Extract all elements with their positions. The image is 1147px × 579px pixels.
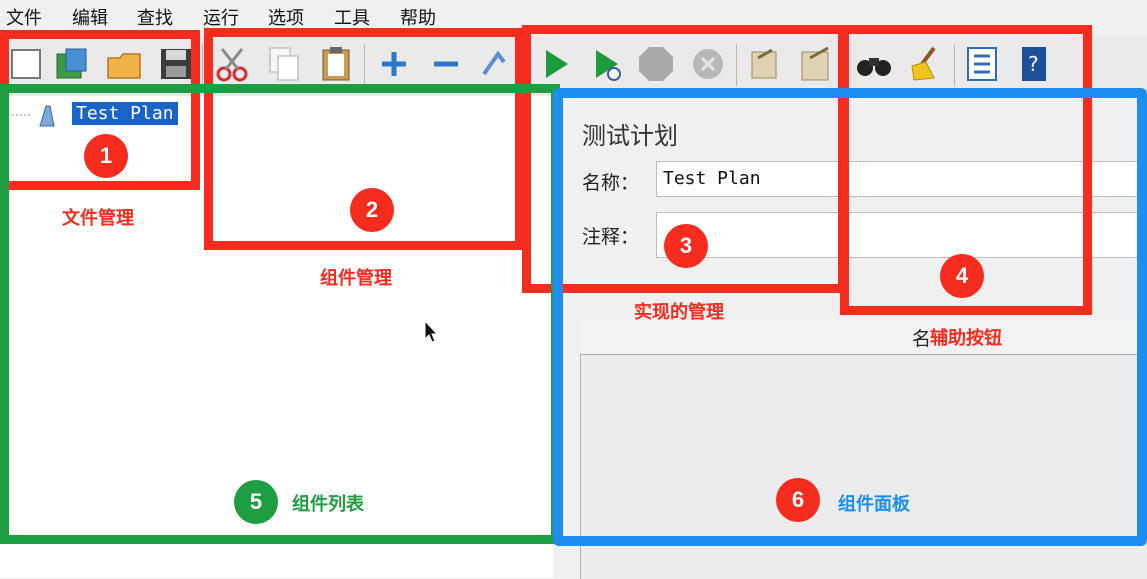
toolbar-separator: [202, 44, 203, 86]
menu-help[interactable]: 帮助: [400, 4, 436, 30]
annotation-label-3: 实现的管理: [634, 302, 724, 323]
menu-edit[interactable]: 编辑: [72, 4, 108, 30]
annotation-number-5: 5: [234, 480, 278, 524]
annotation-label-4: 辅助按钮: [930, 328, 1002, 349]
annotation-label-2: 组件管理: [320, 268, 392, 289]
annotation-label-6: 组件面板: [838, 494, 910, 515]
menu-search[interactable]: 查找: [137, 4, 173, 30]
annotation-number-1: 1: [84, 134, 128, 178]
annotation-label-1: 文件管理: [62, 208, 134, 229]
annotation-number-3: 3: [664, 224, 708, 268]
annotation-number-4: 4: [940, 254, 984, 298]
menu-run[interactable]: 运行: [203, 4, 239, 30]
menu-tools[interactable]: 工具: [334, 4, 370, 30]
annotation-number-6: 6: [776, 478, 820, 522]
annotation-label-5: 组件列表: [292, 494, 364, 515]
annotation-number-2: 2: [350, 188, 394, 232]
menu-file[interactable]: 文件: [6, 4, 42, 30]
menu-options[interactable]: 选项: [268, 4, 304, 30]
